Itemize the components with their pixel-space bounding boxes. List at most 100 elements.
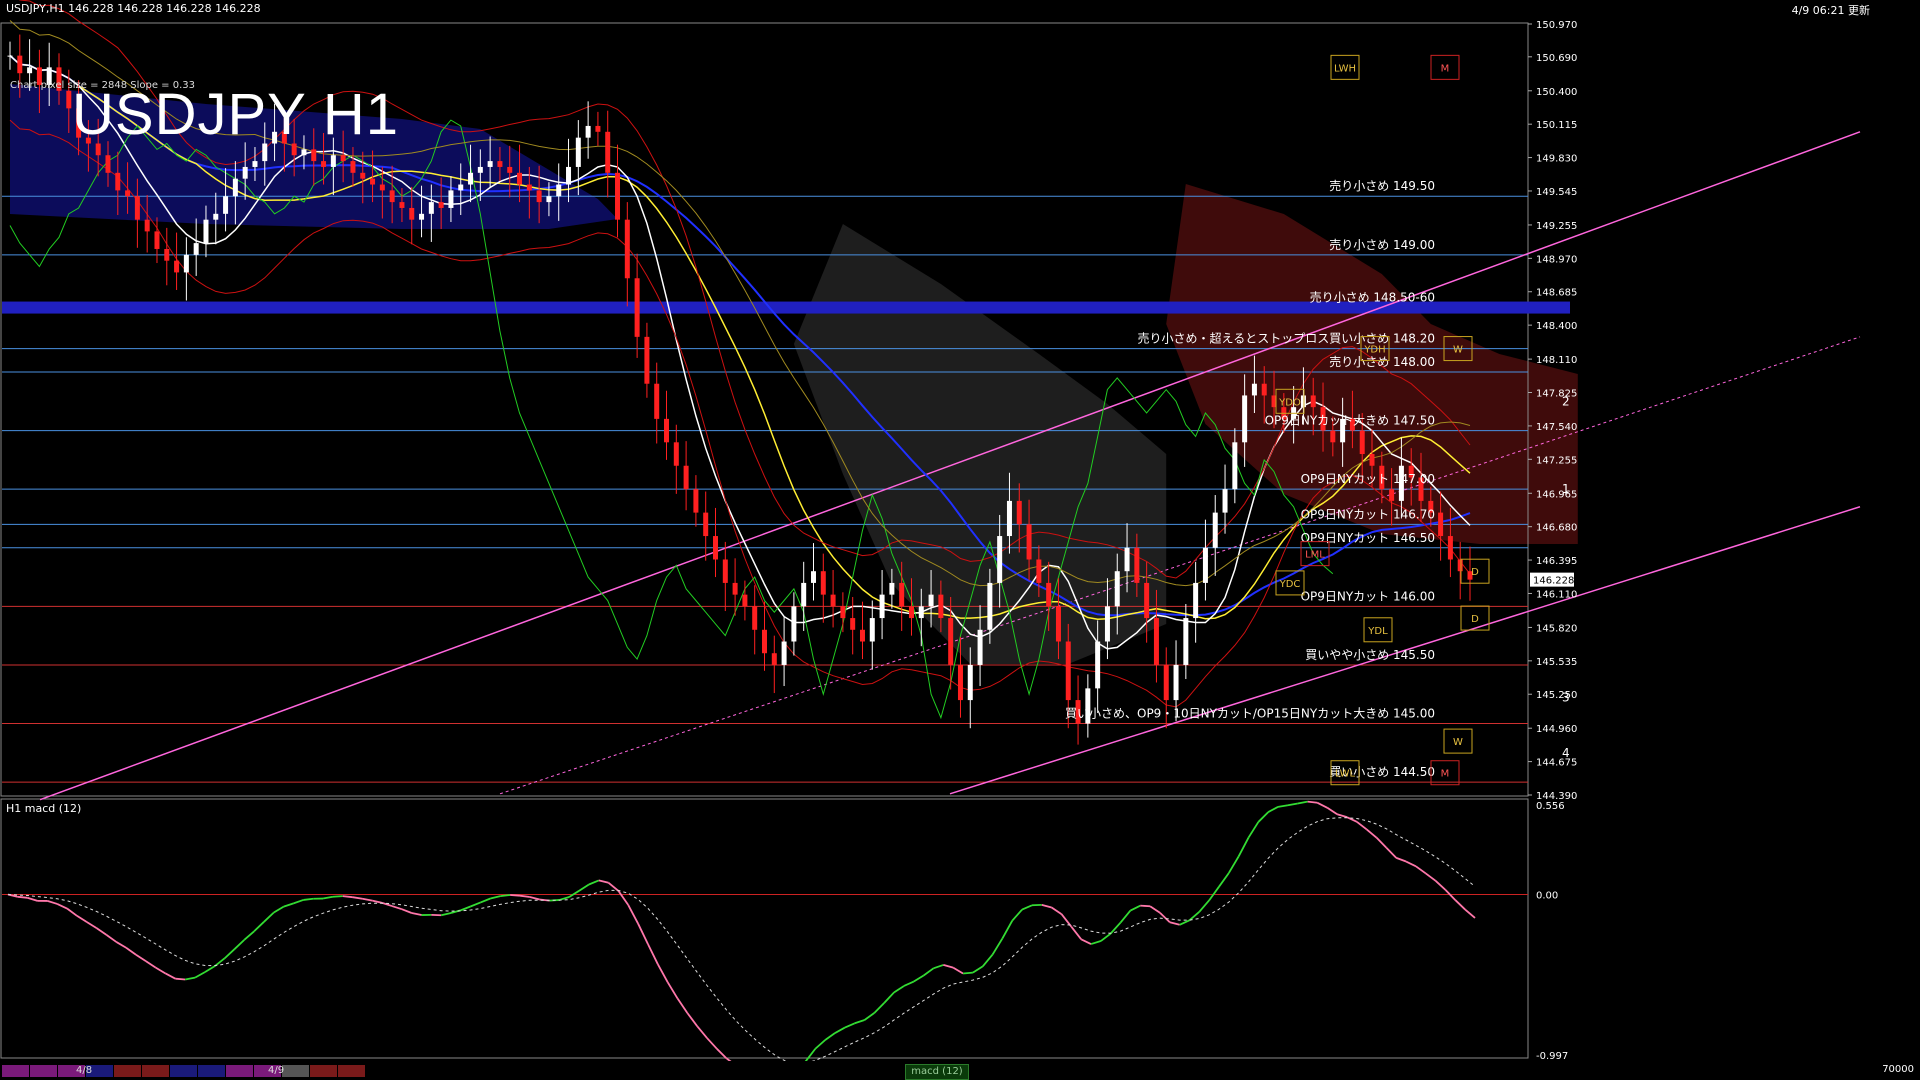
- macd-segment: [411, 912, 422, 916]
- macd-segment: [1080, 938, 1092, 945]
- macd-segment: [342, 895, 353, 899]
- macd-segment: [27, 896, 38, 902]
- candle-body: [330, 155, 336, 167]
- macd-segment: [86, 921, 98, 929]
- candle-body: [321, 161, 327, 167]
- macd-segment: [1366, 828, 1378, 839]
- macd-segment: [814, 1039, 826, 1050]
- macd-segment: [125, 947, 137, 956]
- candle-body: [350, 161, 356, 173]
- macd-segment: [1267, 806, 1279, 813]
- macd-segment: [362, 897, 373, 902]
- candle-body: [605, 131, 611, 173]
- candle-body: [17, 55, 23, 74]
- macd-segment: [233, 939, 245, 950]
- level-label: 買いやや小さめ 145.50: [1305, 648, 1435, 662]
- candle-body: [1134, 547, 1140, 583]
- macd-segment: [834, 1026, 846, 1034]
- macd-segment: [873, 1002, 885, 1014]
- macd-signal-line: [7, 817, 1476, 1065]
- macd-segment: [666, 981, 679, 999]
- macd-panel-frame: [0, 798, 1529, 1059]
- candle-body: [242, 166, 248, 179]
- macd-segment: [441, 912, 452, 917]
- axis-tick-label: 150.970: [1536, 20, 1577, 31]
- macd-segment: [352, 896, 363, 900]
- macd-segment: [1149, 905, 1161, 914]
- macd-axis-label: 0.556: [1536, 801, 1565, 812]
- axis-tick-label: 150.115: [1536, 120, 1577, 131]
- macd-segment: [696, 1025, 708, 1039]
- macd-segment: [145, 960, 157, 969]
- period-segment: [226, 1065, 253, 1077]
- macd-segment: [637, 923, 649, 945]
- macd-segment: [1297, 800, 1308, 805]
- candle-body: [428, 202, 434, 214]
- macd-segment: [706, 1037, 718, 1050]
- marker-label: YDO: [1278, 397, 1301, 408]
- current-price-label: 146.228: [1533, 576, 1574, 587]
- axis-tick-label: 146.680: [1536, 523, 1577, 534]
- macd-tab[interactable]: macd (12): [905, 1064, 969, 1080]
- macd-segment: [1247, 821, 1260, 839]
- candle-body: [301, 149, 307, 156]
- candle-body: [125, 190, 131, 197]
- macd-segment: [1326, 807, 1338, 816]
- macd-segment: [1100, 932, 1112, 942]
- macd-segment: [223, 948, 236, 960]
- axis-tick-label: 146.395: [1536, 556, 1577, 567]
- macd-segment: [1336, 813, 1348, 819]
- update-timestamp: 4/9 06:21 更新: [1791, 4, 1870, 17]
- level-label: 売り小さめ 148.50-60: [1310, 290, 1435, 305]
- macd-segment: [510, 894, 521, 897]
- candle-body: [781, 641, 787, 665]
- axis-tick-label: 145.820: [1536, 623, 1577, 634]
- level-label: 売り小さめ・超えるとストップロス買い小さめ 148.20: [1138, 331, 1435, 346]
- macd-segment: [243, 930, 255, 941]
- macd-segment: [982, 953, 994, 967]
- candle-body: [918, 606, 924, 619]
- candle-body: [1046, 582, 1052, 607]
- period-segment: [282, 1065, 309, 1077]
- level-label: 売り小さめ 149.50: [1329, 178, 1435, 193]
- macd-segment: [1140, 904, 1151, 908]
- candle-body: [223, 196, 229, 214]
- candle-body: [830, 594, 836, 607]
- macd-segment: [1415, 865, 1427, 875]
- macd-segment: [1169, 921, 1180, 926]
- marker-label: M: [1441, 63, 1450, 74]
- candle-body: [928, 594, 934, 607]
- macd-segment: [824, 1032, 836, 1041]
- period-segment: [338, 1065, 365, 1077]
- macd-segment: [1119, 910, 1132, 924]
- axis-tick-label: 147.825: [1536, 389, 1577, 400]
- candle-body: [507, 166, 513, 173]
- macd-segment: [1375, 837, 1388, 849]
- marker-label: YDL: [1367, 626, 1388, 637]
- candle-body: [713, 536, 719, 560]
- macd-segment: [943, 964, 954, 969]
- macd-segment: [588, 879, 600, 886]
- candle-body: [203, 219, 209, 244]
- candle-body: [1359, 430, 1365, 455]
- candle-body: [1212, 512, 1218, 548]
- macd-segment: [1464, 908, 1476, 919]
- macd-segment: [470, 901, 481, 908]
- candle-body: [899, 582, 905, 607]
- price-chart: 売り小さめ 149.50 売り小さめ 149.00 売り小さめ 148.50-60 売…: [0, 0, 1861, 1080]
- candle-body: [154, 231, 160, 249]
- macd-segment: [1385, 847, 1397, 859]
- level-label: OP9日NYカット大きめ 147.50: [1265, 414, 1435, 428]
- macd-panel: 0.5560.00-0.997: [2, 800, 1568, 1080]
- macd-segment: [293, 899, 304, 905]
- candle-body: [801, 582, 807, 607]
- candle-body: [869, 618, 875, 642]
- macd-segment: [1179, 919, 1190, 926]
- macd-segment: [903, 980, 915, 987]
- marker-label: W: [1453, 737, 1463, 748]
- macd-segment: [647, 943, 659, 965]
- candle-body: [673, 442, 679, 466]
- candle-body: [546, 196, 552, 203]
- axis-tick-label: 149.255: [1536, 221, 1577, 232]
- macd-segment: [500, 894, 511, 898]
